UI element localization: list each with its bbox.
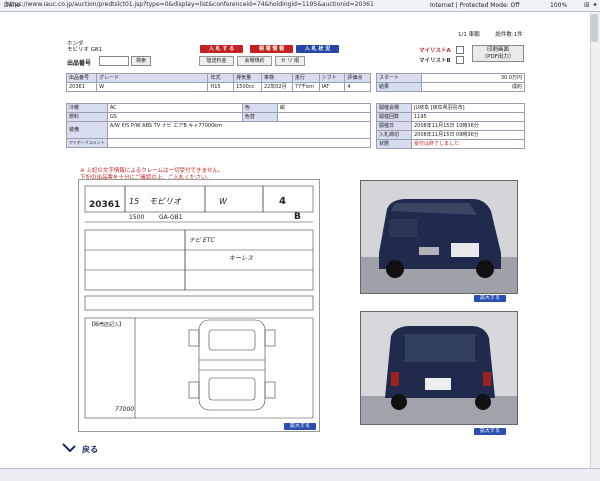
auction-sheet-drawing: 20361 15 モビリオ W 4 1500 GA-GB1 B ナビ ETC キ… (84, 185, 314, 419)
auction-sheet-image: 20361 15 モビリオ W 4 1500 GA-GB1 B ナビ ETC キ… (78, 179, 320, 432)
cell-score: 4 (344, 82, 371, 92)
security-zone: Internet | Protected Mode: Off (430, 2, 520, 9)
venue-value: JU岐阜 [岐阜県羽島市] (411, 103, 525, 113)
sheet-lot-number: 20361 (89, 200, 120, 210)
equipment-table: 冷暖 AC 色 紺 燃料 GS 色替 装備 A/W P/S P/W ABS TV… (66, 103, 372, 148)
sheet-interior: B (294, 212, 301, 222)
enlarge-front-button[interactable]: 拡大する (474, 295, 506, 302)
car-front-photo[interactable] (360, 180, 518, 294)
sheet-distance: 77000 (115, 406, 134, 413)
header-lot: 出品番号 (65, 73, 98, 83)
back-arrow-icon[interactable] (62, 442, 76, 452)
sheet-type: GA-GB1 (159, 214, 183, 221)
sheet-equip-2: キーレス (229, 255, 253, 262)
model-name: モビリオ GB1 (67, 47, 103, 53)
cell-grade: W (96, 82, 209, 92)
lot-number-label: 出品番号 (67, 60, 92, 67)
scrollbar[interactable] (590, 12, 600, 468)
venue-label: 開催会場 (376, 103, 412, 113)
total-count: 総件数:1件 (495, 32, 523, 38)
vehicle-spec-table: 出品番号 グレード 年式 排気量 車検 走行 シフト 評価点 20361 W H… (65, 73, 371, 92)
status-bar (0, 468, 600, 481)
car-front-image (361, 181, 517, 293)
color-label: 色 (241, 103, 278, 113)
equipment-label: 装備 (66, 121, 108, 139)
pager: 1/1 車輌 総件数:1件 (458, 30, 523, 38)
deadline-value: 2008年11月15日 09時36分 (411, 130, 525, 140)
cell-shift: IAT (318, 82, 346, 92)
cell-lot: 20361 (65, 82, 98, 92)
sheet-equip-1: ナビ ETC (189, 237, 215, 244)
date-label: 開催日 (376, 121, 412, 131)
equipment-value: A/W P/S P/W ABS TV ナビ エアB キャ77000km (106, 121, 372, 139)
header-score: 評価点 (344, 73, 371, 83)
result-label: 結果 (376, 82, 422, 92)
url-text[interactable]: https://www.iauc.co.jp/auction/predtslct… (6, 1, 374, 8)
market-info-button[interactable]: 相 場 情 報 (250, 45, 293, 53)
start-label: スタート (376, 73, 422, 83)
repaint-value (276, 112, 372, 122)
cell-cc: 1500cc (233, 82, 262, 92)
fuel-value: GS (106, 112, 243, 122)
price-table: スタート 30.0万円 結果 成約 (376, 73, 525, 92)
browser-tools-icon[interactable]: ⊞ ✦ (584, 1, 598, 9)
comment-label: アイポークコメント (66, 138, 108, 148)
page-indicator: 1/1 車輌 (458, 32, 480, 38)
result-value: 成約 (421, 82, 525, 92)
deadline-label: 入札締切 (376, 130, 412, 140)
venue-rules-button[interactable]: 会場規約 (237, 56, 272, 66)
header-grade: グレード (96, 73, 209, 83)
scrollbar-thumb[interactable] (591, 14, 598, 42)
ac-value: AC (106, 103, 243, 113)
seri-order-button[interactable]: セ リ 順 (275, 56, 305, 66)
sheet-grade: W (219, 197, 228, 206)
search-button[interactable]: 検索 (131, 56, 151, 66)
car-rear-photo[interactable] (360, 311, 518, 425)
comment-value (106, 138, 372, 148)
bid-status-button[interactable]: 入 札 状 況 (296, 45, 339, 53)
print-button[interactable]: 印刷画面 （PDF出力） (472, 45, 524, 62)
header-shift: シフト (318, 73, 346, 83)
date-value: 2008年11月15日 10時36分 (411, 121, 525, 131)
start-value: 30.0万円 (421, 73, 525, 83)
mylist-a-checkbox[interactable] (456, 46, 464, 54)
mylist-b-checkbox[interactable] (456, 56, 464, 64)
sheet-sales-point: 【販売店記入】 (89, 321, 124, 328)
back-link[interactable]: 戻る (82, 444, 98, 455)
bid-button[interactable]: 入 札 す る (200, 45, 243, 53)
sheet-cc: 1500 (129, 214, 144, 221)
sheet-score: 4 (279, 196, 286, 207)
cell-year: H15 (207, 82, 235, 92)
status-text: Done (4, 2, 20, 9)
venue-table: 開催会場 JU岐阜 [岐阜県羽島市] 開催回数 1195 開催日 2008年11月15… (376, 103, 525, 149)
lot-number-input[interactable] (99, 56, 129, 66)
session-label: 開催回数 (376, 112, 412, 122)
zoom-level[interactable]: 100% (550, 2, 567, 9)
header-mileage: 走行 (291, 73, 320, 83)
repaint-label: 色替 (241, 112, 278, 122)
header-cc: 排気量 (233, 73, 262, 83)
enlarge-sheet-button[interactable]: 拡大する (284, 423, 316, 430)
cell-inspection: 22年02月 (260, 82, 293, 92)
car-rear-image (361, 312, 517, 424)
mylist-a-label: マイリストA (419, 48, 451, 54)
shipping-fee-button[interactable]: 陸送料金 (199, 56, 234, 66)
color-value: 紺 (276, 103, 372, 113)
header-year: 年式 (207, 73, 235, 83)
header-inspection: 車検 (260, 73, 293, 83)
sheet-model: モビリオ (149, 197, 182, 206)
sheet-year: 15 (129, 197, 139, 206)
enlarge-rear-button[interactable]: 拡大する (474, 428, 506, 435)
fuel-label: 燃料 (66, 112, 108, 122)
cell-mileage: 77千km (291, 82, 320, 92)
state-value: 受付は終了しました (411, 139, 525, 149)
mylist-b-label: マイリストB (419, 58, 451, 64)
state-label: 状態 (376, 139, 412, 149)
session-value: 1195 (411, 112, 525, 122)
ac-label: 冷暖 (66, 103, 108, 113)
